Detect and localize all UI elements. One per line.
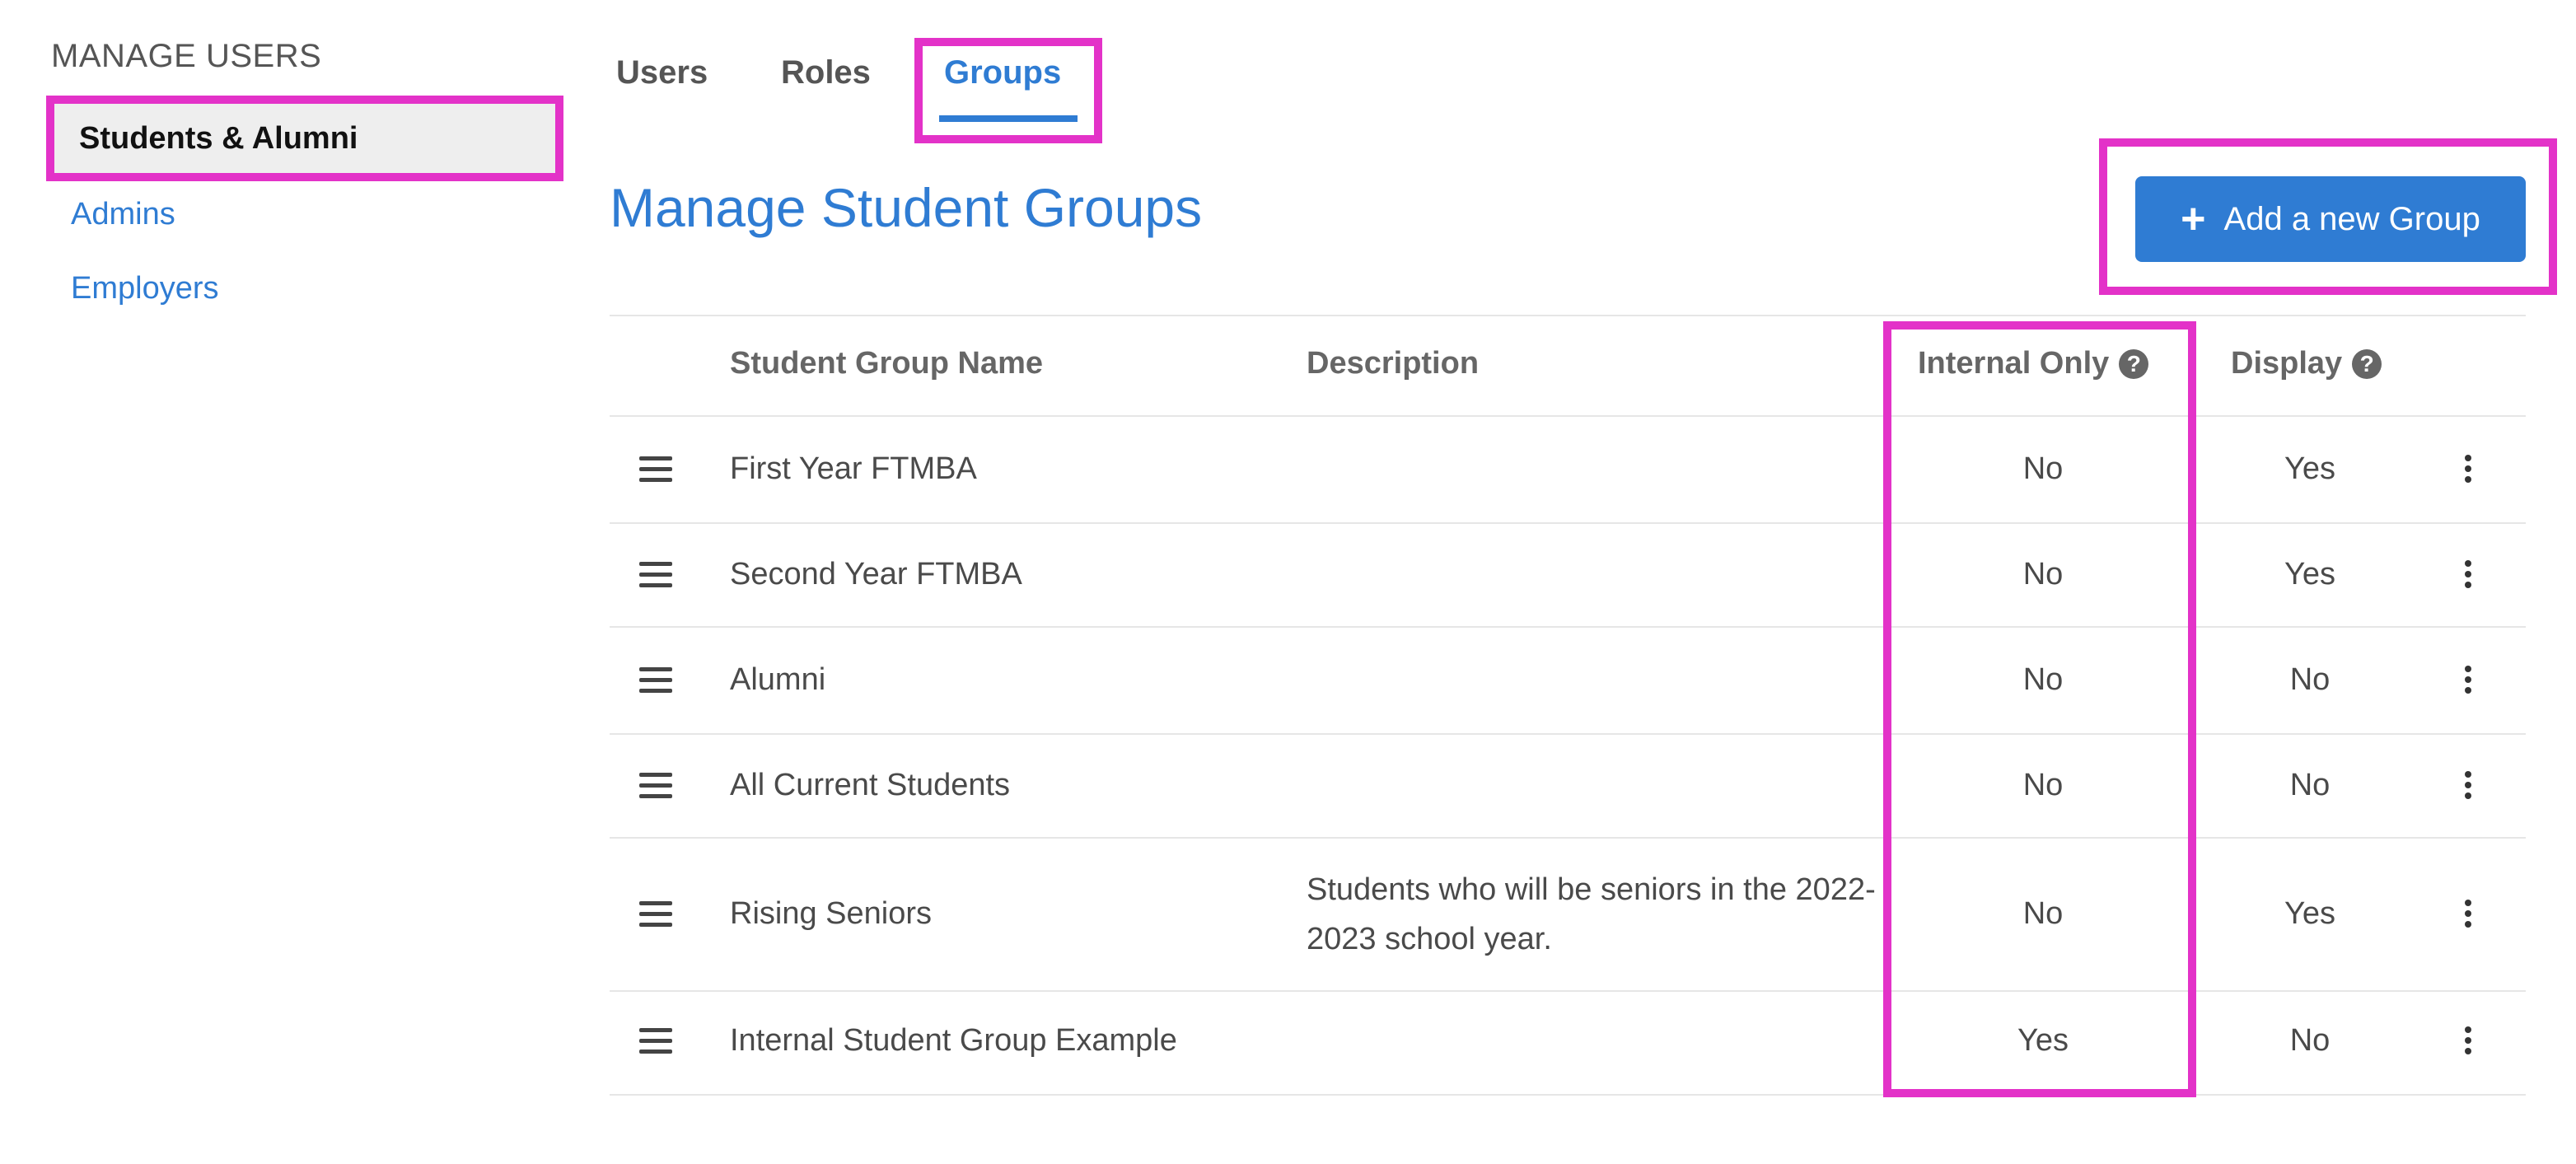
table-row: First Year FTMBA No Yes [610,417,2526,522]
drag-handle-icon[interactable] [639,773,672,805]
more-options-icon[interactable] [2465,666,2473,698]
more-options-icon[interactable] [2465,455,2473,487]
add-group-button[interactable]: + Add a new Group [2135,176,2526,262]
tab-users[interactable]: Users [616,54,708,91]
table-row: Alumni No No [610,628,2526,733]
plus-icon: + [2181,195,2206,243]
internal-only-value: No [2022,557,2064,591]
column-header-description: Description [1307,346,1480,381]
group-name: First Year FTMBA [730,451,977,486]
sidebar-item-employers[interactable]: Employers [48,249,559,328]
column-header-internal-only: Internal Only ? [1918,346,2149,381]
page-title: Manage Student Groups [610,177,1203,238]
drag-handle-icon[interactable] [639,562,672,594]
help-icon[interactable]: ? [2352,348,2382,379]
sidebar-item-admins[interactable]: Admins [48,175,559,254]
sidebar-item-label: Employers [71,270,219,306]
help-icon[interactable]: ? [2119,348,2149,379]
internal-only-value: No [2022,896,2064,931]
table-row: Rising Seniors Students who will be seni… [610,839,2526,990]
sidebar-item-label: Admins [71,196,175,231]
more-options-icon[interactable] [2465,771,2473,803]
internal-only-value: Yes [2017,1023,2069,1058]
internal-only-value: No [2022,662,2064,697]
tab-roles[interactable]: Roles [781,54,871,91]
table-row: Second Year FTMBA No Yes [610,524,2526,626]
sidebar-item-students-alumni[interactable]: Students & Alumni [46,96,563,181]
internal-only-value: No [2022,451,2064,486]
drag-handle-icon[interactable] [639,456,672,489]
display-value: No [2289,662,2331,697]
sidebar-heading: MANAGE USERS [51,38,322,74]
display-value: Yes [2284,896,2335,931]
active-tab-indicator [939,115,1078,122]
internal-only-value: No [2022,768,2064,802]
tab-groups[interactable]: Groups [944,54,1061,91]
table-bottom-border [610,1094,2526,1096]
drag-handle-icon[interactable] [639,667,672,699]
table-row: Internal Student Group Example Yes No [610,992,2526,1094]
group-name: Rising Seniors [730,896,932,931]
display-value: No [2289,768,2331,802]
column-header-display: Display ? [2231,346,2382,381]
group-description: Students who will be seniors in the 2022… [1307,872,1876,956]
table-top-border [610,315,2526,316]
group-name: All Current Students [730,768,1011,802]
more-options-icon[interactable] [2465,1026,2473,1059]
group-name: Second Year FTMBA [730,557,1022,591]
group-name: Internal Student Group Example [730,1023,1177,1058]
display-value: No [2289,1023,2331,1058]
display-value: Yes [2284,451,2335,486]
drag-handle-icon[interactable] [639,1028,672,1060]
drag-handle-icon[interactable] [639,901,672,933]
more-options-icon[interactable] [2465,900,2473,932]
display-value: Yes [2284,557,2335,591]
group-name: Alumni [730,662,826,697]
column-header-name: Student Group Name [730,346,1044,381]
table-row: All Current Students No No [610,735,2526,837]
sidebar-item-label: Students & Alumni [79,120,358,156]
more-options-icon[interactable] [2465,560,2473,592]
add-group-button-label: Add a new Group [2223,200,2480,237]
